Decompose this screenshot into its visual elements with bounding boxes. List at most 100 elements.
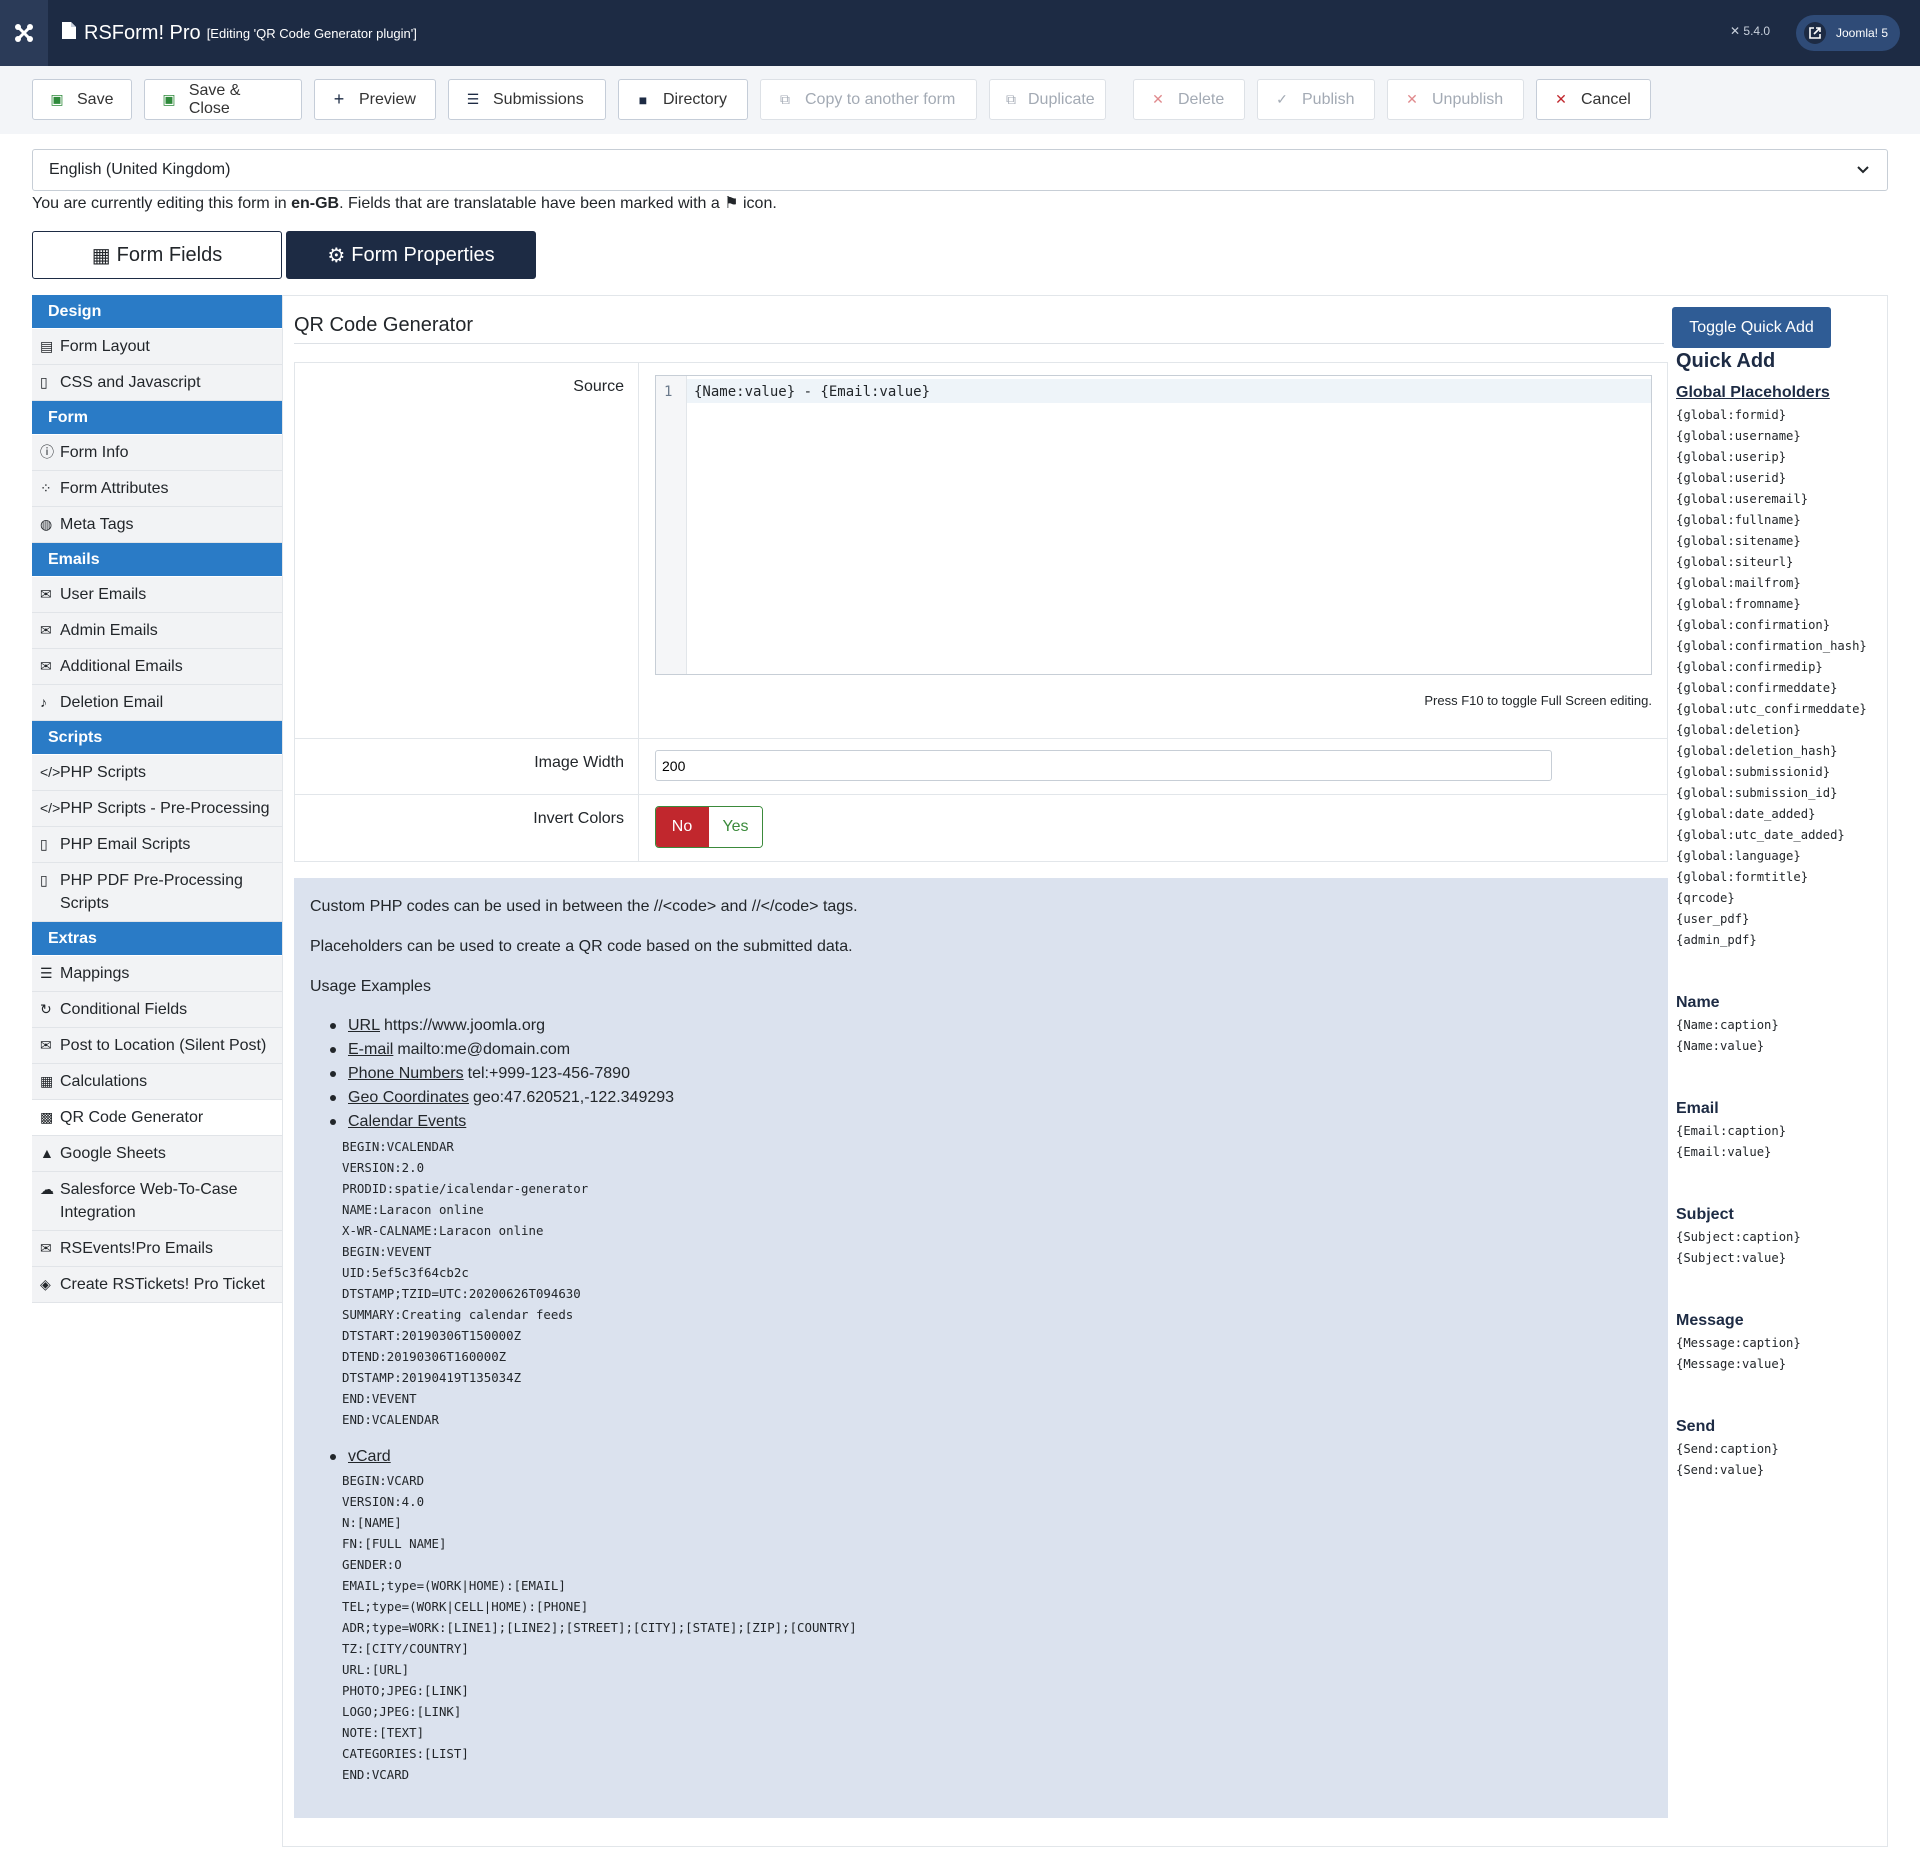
tab-form-properties[interactable]: ⚙ Form Properties [286, 231, 536, 279]
grid-icon: ▦ [91, 244, 111, 267]
sidebar-item-form-layout[interactable]: ▤ Form Layout [32, 329, 282, 365]
message-placeholders-title: Message [1676, 1312, 1744, 1329]
tab-form-fields[interactable]: ▦ Form Fields [32, 231, 282, 279]
database-icon: ☰ [466, 91, 480, 107]
ticket-icon: ◈ [40, 1276, 51, 1292]
sidebar-item-calculations[interactable]: ▦ Calculations [32, 1064, 282, 1100]
x-icon: ✕ [1406, 91, 1418, 107]
example-geo-link[interactable]: Geo Coordinates [348, 1089, 469, 1107]
subject-placeholders-title: Subject [1676, 1206, 1734, 1223]
invert-yes-option[interactable]: Yes [709, 807, 762, 847]
example-calendar-link[interactable]: Calendar Events [348, 1113, 466, 1131]
save-close-button[interactable]: ▣ Save & Close [144, 79, 302, 120]
line-number: 1 [664, 384, 673, 400]
bell-icon: ♪ [40, 694, 47, 710]
sidebar-item-google-sheets[interactable]: ▲ Google Sheets [32, 1136, 282, 1172]
x-icon: ✕ [1555, 91, 1567, 107]
envelope-icon: ✉ [40, 586, 52, 602]
usage-info-box: Custom PHP codes can be used in between … [294, 878, 1668, 1818]
sidebar-item-form-attributes[interactable]: ⁘ Form Attributes [32, 471, 282, 507]
sidebar-item-php-preprocessing[interactable]: </> PHP Scripts - Pre-Processing [32, 791, 282, 827]
duplicate-button[interactable]: ⧉ Duplicate [989, 79, 1106, 120]
plus-icon: + [333, 89, 345, 109]
delete-button[interactable]: ✕ Delete [1133, 79, 1245, 120]
info-usage-heading: Usage Examples [310, 978, 431, 995]
email-placeholders-list[interactable]: {Email:caption} {Email:value} [1676, 1121, 1786, 1163]
sidebar-item-css-js[interactable]: ▯ CSS and Javascript [32, 365, 282, 401]
example-vcard-link[interactable]: vCard [348, 1448, 391, 1466]
code-icon: </> [40, 800, 61, 816]
sidebar-item-php-pdf-preprocessing[interactable]: ▯ PHP PDF Pre-Processing Scripts [32, 863, 282, 922]
sidebar-item-admin-emails[interactable]: ✉ Admin Emails [32, 613, 282, 649]
sidebar-item-rstickets[interactable]: ◈ Create RSTickets! Pro Ticket [32, 1267, 282, 1303]
sidebar-item-additional-emails[interactable]: ✉ Additional Emails [32, 649, 282, 685]
refresh-icon: ↻ [40, 1001, 52, 1017]
code-icon: </> [40, 764, 61, 780]
version-label: ✕ 5.4.0 [1730, 24, 1771, 38]
send-placeholders-title: Send [1676, 1418, 1716, 1435]
sidebar-item-php-email-scripts[interactable]: ▯ PHP Email Scripts [32, 827, 282, 863]
sidebar-item-php-scripts[interactable]: </> PHP Scripts [32, 755, 282, 791]
toggle-quick-add-button[interactable]: Toggle Quick Add [1672, 307, 1831, 348]
global-placeholders-list[interactable]: {global:formid} {global:username} {globa… [1676, 405, 1867, 951]
example-geo: Geo Coordinates geo:47.620521,-122.349293 [310, 1089, 674, 1107]
dots-icon: ⁘ [40, 480, 52, 496]
example-phone-link[interactable]: Phone Numbers [348, 1065, 464, 1083]
example-url-link[interactable]: URL [348, 1017, 380, 1035]
invert-colors-label: Invert Colors [533, 810, 624, 827]
copy-to-form-button[interactable]: ⧉ Copy to another form [760, 79, 977, 120]
source-label: Source [573, 378, 624, 395]
submissions-button[interactable]: ☰ Submissions [448, 79, 606, 120]
sidebar-item-form-info[interactable]: ⓘ Form Info [32, 435, 282, 471]
envelope-icon: ✉ [40, 1037, 52, 1053]
source-code-editor[interactable]: 1 {Name:value} - {Email:value} [655, 375, 1652, 675]
subject-placeholders-list[interactable]: {Subject:caption} {Subject:value} [1676, 1227, 1801, 1269]
directory-button[interactable]: ■ Directory [618, 79, 748, 120]
unpublish-button[interactable]: ✕ Unpublish [1387, 79, 1524, 120]
language-note: You are currently editing this form in e… [32, 195, 777, 212]
database-icon: ☰ [40, 965, 53, 981]
toolbar: ▣ Save ▣ Save & Close + Preview ☰ Submission… [0, 66, 1920, 134]
bullet [330, 1454, 336, 1460]
external-link-icon [1804, 22, 1826, 44]
sidebar-heading-emails: Emails [32, 543, 282, 577]
flag-icon: ⚑ [724, 195, 739, 212]
cancel-button[interactable]: ✕ Cancel [1536, 79, 1651, 120]
info-php-codes: Custom PHP codes can be used in between … [310, 898, 858, 915]
invert-colors-toggle[interactable]: No Yes [655, 806, 763, 848]
sidebar-item-deletion-email[interactable]: ♪ Deletion Email [32, 685, 282, 721]
envelope-square-icon: ✉ [40, 658, 52, 674]
sidebar-item-user-emails[interactable]: ✉ User Emails [32, 577, 282, 613]
quick-add-title: Quick Add [1676, 350, 1776, 372]
send-placeholders-list[interactable]: {Send:caption} {Send:value} [1676, 1439, 1779, 1481]
sidebar-item-mappings[interactable]: ☰ Mappings [32, 956, 282, 992]
divider [294, 738, 1668, 739]
example-url: URL https://www.joomla.org [310, 1017, 545, 1035]
example-phone: Phone Numbers tel:+999-123-456-7890 [310, 1065, 630, 1083]
sidebar-item-silent-post[interactable]: ✉ Post to Location (Silent Post) [32, 1028, 282, 1064]
name-placeholders-list[interactable]: {Name:caption} {Name:value} [1676, 1015, 1779, 1057]
example-calendar: Calendar Events [310, 1113, 470, 1131]
publish-button[interactable]: ✓ Publish [1257, 79, 1375, 120]
sidebar-item-meta-tags[interactable]: ◍ Meta Tags [32, 507, 282, 543]
image-width-input[interactable] [655, 750, 1552, 781]
copy-icon: ⧉ [780, 91, 790, 107]
language-select[interactable]: English (United Kingdom) [32, 149, 1888, 191]
sidebar-item-conditional-fields[interactable]: ↻ Conditional Fields [32, 992, 282, 1028]
save-button[interactable]: ▣ Save [32, 79, 132, 120]
site-link-label: Joomla! 5 [1836, 26, 1889, 40]
app-subtitle: [Editing 'QR Code Generator plugin'] [206, 25, 417, 41]
joomla-logo-icon[interactable] [0, 0, 48, 66]
sidebar-item-salesforce[interactable]: ☁ Salesforce Web-To-Case Integration [32, 1172, 282, 1231]
divider [294, 343, 1664, 344]
global-placeholders-title[interactable]: Global Placeholders [1676, 384, 1830, 402]
site-link-button[interactable]: Joomla! 5 [1796, 15, 1900, 51]
sidebar-item-rsevents-emails[interactable]: ✉ RSEvents!Pro Emails [32, 1231, 282, 1267]
example-email-link[interactable]: E-mail [348, 1041, 393, 1059]
sidebar-item-qr-code-generator[interactable]: ▩ QR Code Generator [32, 1100, 282, 1136]
preview-button[interactable]: + Preview [314, 79, 436, 120]
message-placeholders-list[interactable]: {Message:caption} {Message:value} [1676, 1333, 1801, 1375]
invert-no-option[interactable]: No [656, 807, 709, 847]
gears-icon: ⚙ [327, 244, 346, 267]
google-drive-icon: ▲ [40, 1145, 54, 1161]
